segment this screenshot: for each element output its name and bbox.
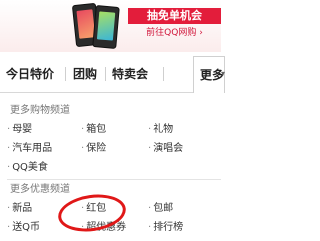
menu-item-free-shipping[interactable]: · 包邮 <box>148 202 173 216</box>
menu-item-baby[interactable]: · 母婴 <box>7 123 32 137</box>
more-dropdown-button[interactable]: 更多 ▾ <box>193 56 225 93</box>
nav-divider <box>65 67 66 81</box>
section-divider <box>7 179 221 180</box>
section-title-shopping: 更多购物频道 <box>10 105 70 116</box>
banner-link[interactable]: 前往QQ网购 › <box>128 26 221 40</box>
menu-item-qq-food[interactable]: · QQ美食 <box>7 161 48 175</box>
menu-item-insurance[interactable]: · 保险 <box>81 142 106 156</box>
menu-item-new[interactable]: · 新品 <box>7 202 32 216</box>
menu-item-bags[interactable]: · 箱包 <box>81 123 106 137</box>
promo-banner[interactable]: 抽免单机会 前往QQ网购 › <box>0 0 221 52</box>
nav-bar: 今日特价 团购 特卖会 更多 ▾ <box>0 56 225 93</box>
nav-item-group-buy[interactable]: 团购 <box>73 66 97 82</box>
menu-item-rankings[interactable]: · 排行榜 <box>148 221 183 235</box>
menu-item-concerts[interactable]: · 演唱会 <box>148 142 183 156</box>
nav-divider <box>105 67 106 81</box>
banner-title: 抽免单机会 <box>128 8 221 24</box>
nav-item-flash-sale[interactable]: 特卖会 <box>112 66 148 82</box>
menu-item-q-coins[interactable]: · 送Q币 <box>7 221 40 235</box>
nav-item-today-deals[interactable]: 今日特价 <box>6 66 54 82</box>
section-title-deals: 更多优惠频道 <box>10 184 70 195</box>
menu-item-auto[interactable]: · 汽车用品 <box>7 142 52 156</box>
phone-image <box>92 5 120 49</box>
menu-item-gifts[interactable]: · 礼物 <box>148 123 173 137</box>
chevron-down-icon: ▾ <box>221 69 226 78</box>
nav-divider <box>163 67 164 81</box>
